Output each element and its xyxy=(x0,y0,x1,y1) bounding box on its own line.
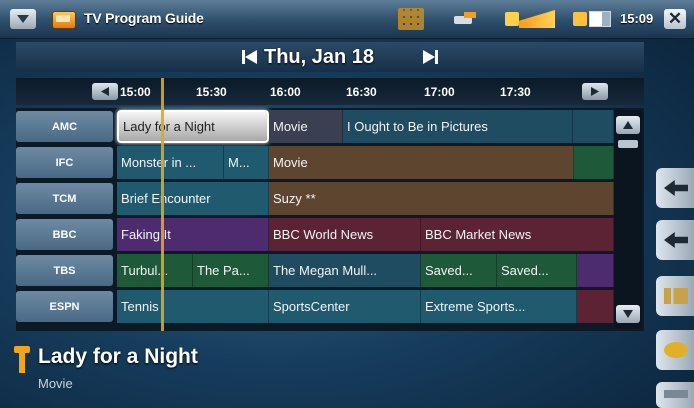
program-cell[interactable]: SportsCenter xyxy=(269,290,421,323)
record-button[interactable] xyxy=(656,330,694,370)
record-icon xyxy=(664,342,688,358)
channel-label[interactable]: IFC xyxy=(16,147,113,178)
program-cell[interactable]: Tennis xyxy=(117,290,269,323)
program-cell[interactable]: Movie xyxy=(269,146,574,179)
menu-button[interactable] xyxy=(10,9,36,29)
program-cell[interactable]: Saved... xyxy=(421,254,497,287)
program-cell[interactable]: BBC Market News xyxy=(421,218,614,251)
grid-icon xyxy=(398,8,424,30)
program-cell[interactable]: Movie xyxy=(269,110,343,143)
timeline: 15:00 15:30 16:00 16:30 17:00 17:30 xyxy=(16,78,644,105)
more-icon xyxy=(664,390,688,398)
program-cell[interactable]: The Pa... xyxy=(193,254,269,287)
arrow-left-icon xyxy=(664,232,688,248)
current-time-indicator xyxy=(161,78,164,331)
program-cell[interactable]: Turbul... xyxy=(117,254,193,287)
time-label: 17:00 xyxy=(424,85,455,99)
program-cell[interactable]: Suzy ** xyxy=(269,182,614,215)
scroll-up-button[interactable] xyxy=(616,116,640,134)
battery-icon xyxy=(573,8,611,30)
date-navigation: Thu, Jan 18 xyxy=(16,42,644,72)
program-cell[interactable]: Lady for a Night xyxy=(117,110,269,143)
channel-label[interactable]: BBC xyxy=(16,219,113,250)
usb-icon xyxy=(452,8,478,30)
app-title: TV Program Guide xyxy=(84,10,204,26)
calendar-icon xyxy=(664,288,688,304)
scroll-time-right-button[interactable] xyxy=(582,83,608,100)
time-label: 17:30 xyxy=(500,85,531,99)
schedule-button[interactable] xyxy=(656,276,694,316)
program-cell[interactable] xyxy=(574,146,614,179)
program-grid: AMC Lady for a Night Movie I Ought to Be… xyxy=(16,78,644,331)
info-icon xyxy=(14,346,30,374)
channel-label[interactable]: AMC xyxy=(16,111,113,142)
time-label: 15:00 xyxy=(120,85,151,99)
program-title: Lady for a Night xyxy=(38,345,198,368)
tv-icon xyxy=(52,11,76,29)
program-cell[interactable]: Brief Encounter xyxy=(117,182,269,215)
program-info: Lady for a Night Movie xyxy=(0,336,648,408)
channel-label[interactable]: TBS xyxy=(16,255,113,286)
program-cell[interactable]: The Megan Mull... xyxy=(269,254,421,287)
channel-label[interactable]: ESPN xyxy=(16,291,113,322)
scroll-time-left-button[interactable] xyxy=(92,83,118,100)
program-cell[interactable]: Extreme Sports... xyxy=(421,290,577,323)
current-date: Thu, Jan 18 xyxy=(264,46,375,68)
scrollbar-thumb[interactable] xyxy=(618,140,638,148)
time-label: 15:30 xyxy=(196,85,227,99)
status-bar: TV Program Guide 15:09 ✕ xyxy=(0,0,694,39)
volume-icon xyxy=(505,8,557,30)
program-cell[interactable]: BBC World News xyxy=(269,218,421,251)
arrow-left-icon xyxy=(664,180,688,196)
program-cell[interactable]: I Ought to Be in Pictures xyxy=(343,110,573,143)
channel-label[interactable]: TCM xyxy=(16,183,113,214)
program-cell[interactable]: Faking It xyxy=(117,218,269,251)
time-label: 16:00 xyxy=(270,85,301,99)
more-button[interactable] xyxy=(656,382,694,408)
program-genre: Movie xyxy=(38,376,73,391)
scroll-down-button[interactable] xyxy=(616,305,640,323)
program-cell[interactable]: Monster in ... xyxy=(117,146,224,179)
clock: 15:09 xyxy=(620,11,654,26)
program-cell[interactable] xyxy=(573,110,614,143)
previous-day-button[interactable] xyxy=(242,50,258,64)
previous-channel-button[interactable] xyxy=(656,220,694,260)
back-button[interactable] xyxy=(656,168,694,208)
time-label: 16:30 xyxy=(346,85,377,99)
program-cell[interactable] xyxy=(577,254,614,287)
vertical-scrollbar[interactable] xyxy=(614,110,642,329)
close-button[interactable]: ✕ xyxy=(664,9,686,29)
program-cell[interactable]: Saved... xyxy=(497,254,577,287)
program-cell[interactable]: M... xyxy=(224,146,269,179)
program-cell[interactable] xyxy=(577,290,614,323)
next-day-button[interactable] xyxy=(422,50,438,64)
